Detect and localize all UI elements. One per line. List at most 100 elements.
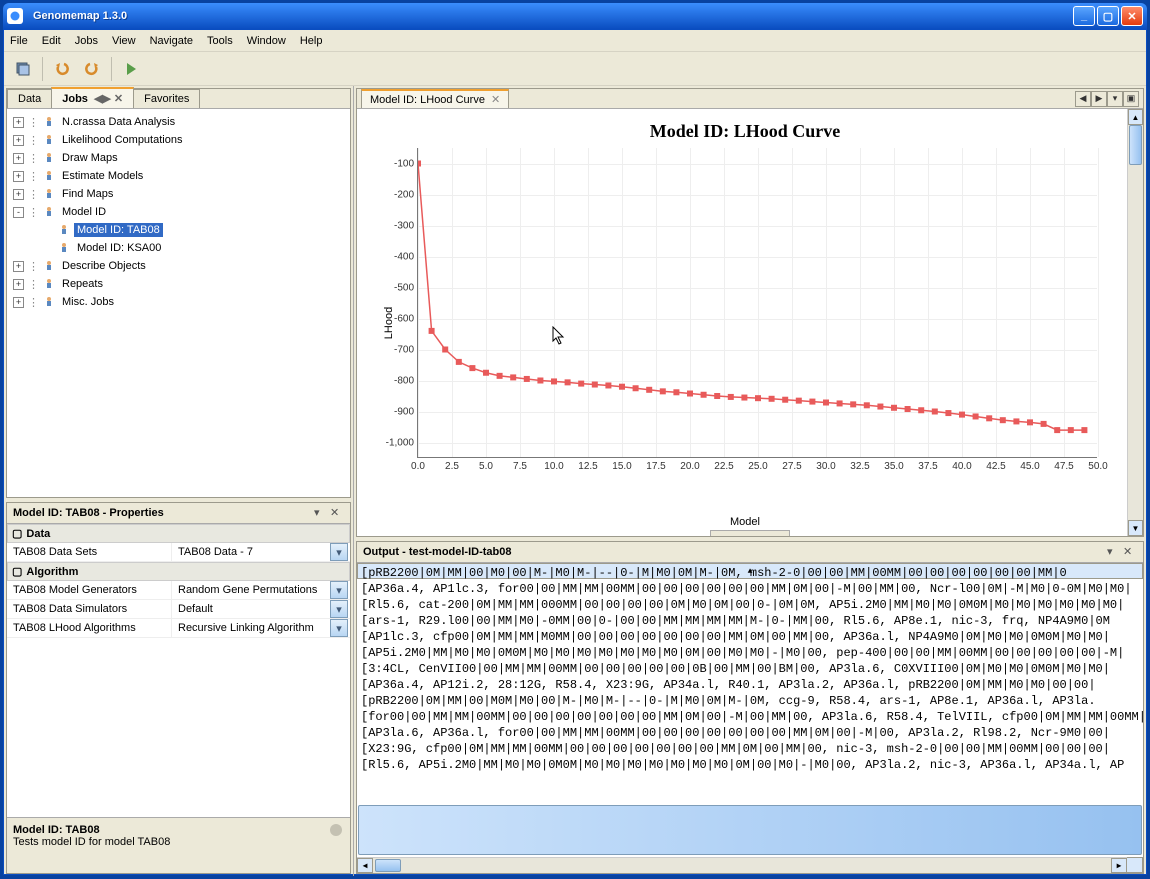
x-tick-label: 35.0 bbox=[884, 457, 903, 472]
scroll-up-icon[interactable]: ▲ bbox=[1128, 109, 1143, 125]
menu-edit[interactable]: Edit bbox=[42, 35, 61, 47]
x-tick-label: 10.0 bbox=[544, 457, 563, 472]
output-text[interactable]: [pRB2200|0M|MM|00|M0|00|M-|M0|M-|--|0-|M… bbox=[361, 565, 1125, 773]
tree-item[interactable]: +⋮Likelihood Computations bbox=[9, 131, 348, 149]
tab-jobs[interactable]: Jobs◀▶ ✕ bbox=[51, 87, 134, 108]
undo-button[interactable] bbox=[49, 56, 75, 82]
desc-body: Tests model ID for model TAB08 bbox=[13, 836, 344, 848]
scroll-down-icon[interactable]: ▼ bbox=[1128, 520, 1143, 536]
tree-item-label: Repeats bbox=[59, 277, 106, 291]
scroll-left-icon[interactable]: ◀ bbox=[357, 858, 373, 873]
tree-item-label: Model ID: TAB08 bbox=[74, 223, 163, 237]
toolbar bbox=[4, 52, 1146, 86]
x-tick-label: 32.5 bbox=[850, 457, 869, 472]
person-icon bbox=[43, 260, 55, 272]
tree-item[interactable]: Model ID: KSA00 bbox=[9, 239, 348, 257]
x-tick-label: 2.5 bbox=[445, 457, 459, 472]
menu-jobs[interactable]: Jobs bbox=[75, 35, 98, 47]
x-tick-label: 25.0 bbox=[748, 457, 767, 472]
person-icon bbox=[43, 134, 55, 146]
property-value: Recursive Linking Algorithm bbox=[172, 619, 330, 637]
y-tick-label: -300 bbox=[394, 220, 418, 231]
panel-drag-handle[interactable] bbox=[710, 530, 790, 536]
menu-file[interactable]: File bbox=[10, 35, 28, 47]
tree-item[interactable]: -⋮Model ID bbox=[9, 203, 348, 221]
property-key: TAB08 Data Simulators bbox=[7, 600, 172, 618]
tab-favorites[interactable]: Favorites bbox=[133, 89, 200, 108]
doc-prev-button[interactable]: ◀ bbox=[1075, 91, 1091, 107]
chart-title: Model ID: LHood Curve bbox=[365, 121, 1125, 142]
minimize-button[interactable]: _ bbox=[1073, 6, 1095, 26]
x-tick-label: 37.5 bbox=[918, 457, 937, 472]
tree-item[interactable]: +⋮Find Maps bbox=[9, 185, 348, 203]
properties-description: Model ID: TAB08 Tests model ID for model… bbox=[7, 817, 350, 873]
doc-dropdown-button[interactable]: ▾ bbox=[1107, 91, 1123, 107]
x-tick-label: 15.0 bbox=[612, 457, 631, 472]
properties-pin-icon[interactable]: ▾ bbox=[314, 506, 328, 520]
desc-title: Model ID: TAB08 bbox=[13, 824, 344, 836]
dropdown-icon[interactable]: ▾ bbox=[330, 619, 348, 637]
menu-help[interactable]: Help bbox=[300, 35, 323, 47]
person-icon bbox=[43, 170, 55, 182]
dropdown-icon[interactable]: ▾ bbox=[330, 543, 348, 561]
tree-item[interactable]: +⋮Estimate Models bbox=[9, 167, 348, 185]
tree-item-label: Draw Maps bbox=[59, 151, 121, 165]
properties-close-icon[interactable]: ✕ bbox=[330, 506, 344, 520]
output-close-icon[interactable]: ✕ bbox=[1123, 545, 1137, 559]
tab-data[interactable]: Data bbox=[7, 89, 52, 108]
x-tick-label: 17.5 bbox=[646, 457, 665, 472]
x-tick-label: 0.0 bbox=[411, 457, 425, 472]
scroll-thumb[interactable] bbox=[358, 805, 1142, 855]
property-group[interactable]: ▢Data bbox=[7, 524, 350, 543]
person-icon bbox=[58, 224, 70, 236]
properties-title: Model ID: TAB08 - Properties bbox=[13, 507, 312, 519]
run-button[interactable] bbox=[118, 56, 144, 82]
property-value: Default bbox=[172, 600, 330, 618]
tree-item[interactable]: +⋮Describe Objects bbox=[9, 257, 348, 275]
x-tick-label: 27.5 bbox=[782, 457, 801, 472]
close-button[interactable]: ✕ bbox=[1121, 6, 1143, 26]
menu-tools[interactable]: Tools bbox=[207, 35, 233, 47]
x-tick-label: 7.5 bbox=[513, 457, 527, 472]
jobs-tree[interactable]: +⋮N.crassa Data Analysis+⋮Likelihood Com… bbox=[7, 109, 350, 497]
scroll-right-icon[interactable]: ▶ bbox=[1111, 858, 1127, 873]
doc-next-button[interactable]: ▶ bbox=[1091, 91, 1107, 107]
tree-item[interactable]: +⋮Misc. Jobs bbox=[9, 293, 348, 311]
person-icon bbox=[43, 206, 55, 218]
maximize-button[interactable]: ▢ bbox=[1097, 6, 1119, 26]
dropdown-icon[interactable]: ▾ bbox=[330, 600, 348, 618]
x-tick-label: 50.0 bbox=[1088, 457, 1107, 472]
doc-tab-lhood[interactable]: Model ID: LHood Curve ✕ bbox=[361, 89, 509, 108]
scroll-thumb[interactable] bbox=[375, 859, 401, 872]
menu-window[interactable]: Window bbox=[247, 35, 286, 47]
save-all-button[interactable] bbox=[10, 56, 36, 82]
dropdown-icon[interactable]: ▾ bbox=[330, 581, 348, 599]
property-group[interactable]: ▢Algorithm bbox=[7, 562, 350, 581]
person-icon bbox=[43, 188, 55, 200]
y-tick-label: -100 bbox=[394, 158, 418, 169]
x-tick-label: 45.0 bbox=[1020, 457, 1039, 472]
person-icon bbox=[58, 242, 70, 254]
doc-tab-label: Model ID: LHood Curve bbox=[370, 94, 485, 106]
menu-navigate[interactable]: Navigate bbox=[150, 35, 193, 47]
x-tick-label: 30.0 bbox=[816, 457, 835, 472]
doc-vertical-scrollbar[interactable]: ▲ ▼ bbox=[1127, 109, 1143, 536]
doc-tab-close-icon[interactable]: ✕ bbox=[491, 93, 500, 106]
tree-item-label: Find Maps bbox=[59, 187, 116, 201]
menu-view[interactable]: View bbox=[112, 35, 136, 47]
y-tick-label: -800 bbox=[394, 375, 418, 386]
scroll-thumb[interactable] bbox=[1129, 125, 1142, 165]
redo-button[interactable] bbox=[79, 56, 105, 82]
tree-item[interactable]: +⋮N.crassa Data Analysis bbox=[9, 113, 348, 131]
tree-item-label: Describe Objects bbox=[59, 259, 149, 273]
tree-item[interactable]: Model ID: TAB08 bbox=[9, 221, 348, 239]
tree-item[interactable]: +⋮Repeats bbox=[9, 275, 348, 293]
tree-item[interactable]: +⋮Draw Maps bbox=[9, 149, 348, 167]
window-title: Genomemap 1.3.0 bbox=[27, 10, 1073, 22]
output-pin-icon[interactable]: ▾ bbox=[1107, 545, 1121, 559]
titlebar[interactable]: Genomemap 1.3.0 _ ▢ ✕ bbox=[3, 3, 1147, 29]
property-key: TAB08 Model Generators bbox=[7, 581, 172, 599]
output-horizontal-scrollbar[interactable]: ◀ ▶ bbox=[357, 857, 1127, 873]
property-key: TAB08 LHood Algorithms bbox=[7, 619, 172, 637]
doc-maximize-button[interactable]: ▣ bbox=[1123, 91, 1139, 107]
